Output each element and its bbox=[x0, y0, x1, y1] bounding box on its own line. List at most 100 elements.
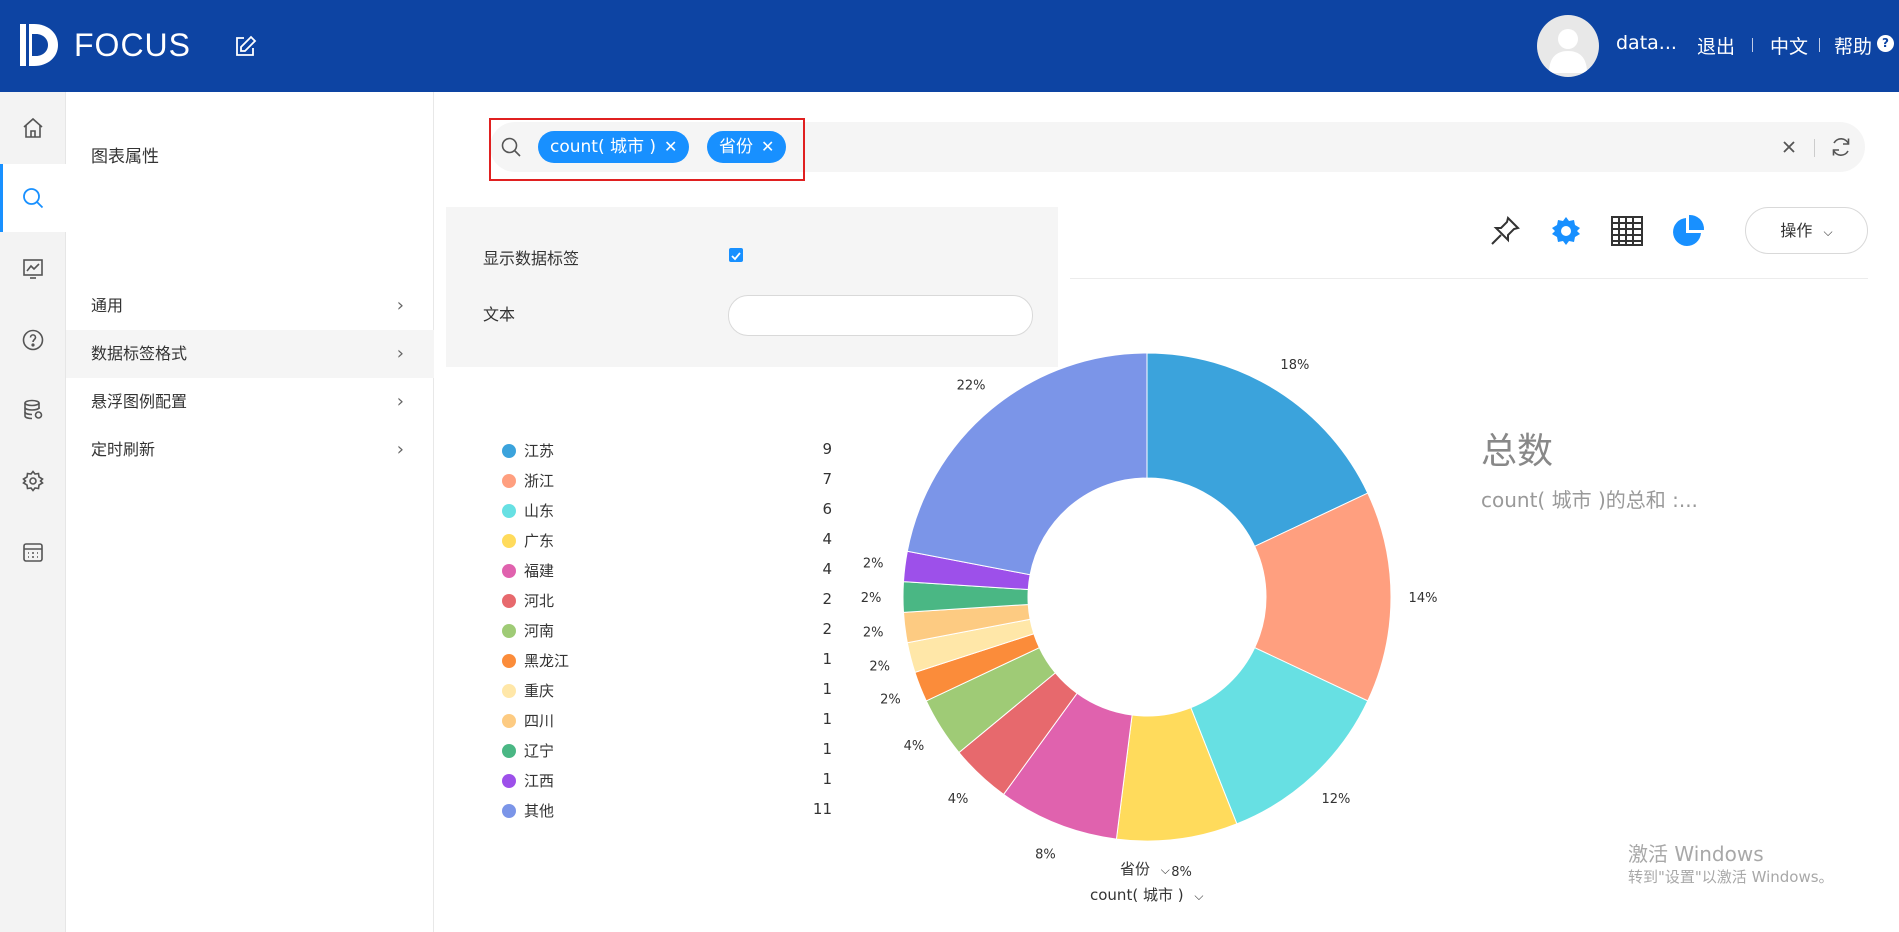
legend-label: 河北 bbox=[524, 592, 555, 610]
legend-label: 其他 bbox=[524, 802, 555, 820]
pie-slice[interactable] bbox=[1146, 352, 1369, 547]
legend-label: 浙江 bbox=[524, 472, 555, 490]
table-icon[interactable] bbox=[1608, 212, 1646, 250]
search-bar[interactable] bbox=[490, 122, 1865, 172]
legend-item[interactable]: 辽宁 1 bbox=[502, 740, 832, 760]
measure-selector[interactable]: count( 城市 ) ⌵ bbox=[1090, 884, 1203, 905]
pie-slice[interactable] bbox=[958, 672, 1078, 796]
legend-value: 2 bbox=[822, 620, 832, 638]
prop-item-label: 悬浮图例配置 bbox=[91, 392, 188, 411]
prop-item-label: 数据标签格式 bbox=[91, 344, 188, 363]
close-icon[interactable]: ✕ bbox=[761, 137, 774, 156]
logo[interactable]: FOCUS bbox=[20, 22, 191, 68]
prop-item-general[interactable]: 通用 › bbox=[66, 282, 434, 330]
legend-value: 7 bbox=[822, 470, 832, 488]
chip-label: 省份 bbox=[719, 137, 753, 157]
language-link[interactable]: 中文 bbox=[1770, 32, 1808, 59]
prop-item-label: 定时刷新 bbox=[91, 440, 156, 459]
slice-percent-label: 4% bbox=[948, 792, 969, 807]
database-icon[interactable] bbox=[0, 376, 66, 444]
pie-slice[interactable] bbox=[902, 581, 1029, 613]
pie-slice[interactable] bbox=[902, 550, 1031, 591]
chevron-right-icon: › bbox=[396, 343, 404, 364]
logo-text: FOCUS bbox=[74, 26, 191, 63]
legend-swatch bbox=[502, 654, 516, 668]
legend-item[interactable]: 河北 2 bbox=[502, 590, 832, 610]
legend-label: 重庆 bbox=[524, 682, 555, 700]
legend-item[interactable]: 浙江 7 bbox=[502, 470, 832, 490]
pie-slice[interactable] bbox=[1115, 706, 1238, 842]
text-input[interactable] bbox=[728, 295, 1033, 336]
chip-label: count( 城市 ) bbox=[550, 137, 657, 157]
legend-item[interactable]: 江苏 9 bbox=[502, 440, 832, 460]
operation-label: 操作 bbox=[1780, 221, 1813, 240]
search-icon[interactable] bbox=[500, 136, 522, 162]
measure-label: count( 城市 ) bbox=[1090, 886, 1184, 904]
legend-item[interactable]: 江西 1 bbox=[502, 770, 832, 790]
pie-slice[interactable] bbox=[1254, 492, 1392, 702]
prop-item-scheduled-refresh[interactable]: 定时刷新 › bbox=[66, 426, 434, 474]
pie-slice[interactable] bbox=[1190, 647, 1369, 825]
legend-item[interactable]: 其他 11 bbox=[502, 800, 832, 820]
data-label-settings bbox=[446, 207, 1058, 367]
legend-label: 山东 bbox=[524, 502, 555, 520]
question-icon[interactable] bbox=[0, 306, 66, 374]
pie-slice[interactable] bbox=[925, 647, 1057, 754]
legend-swatch bbox=[502, 564, 516, 578]
slice-percent-label: 8% bbox=[1171, 865, 1192, 880]
search-icon[interactable] bbox=[0, 164, 66, 232]
dimension-selector[interactable]: 省份 ⌵ bbox=[1120, 858, 1170, 879]
logout-link[interactable]: 退出 bbox=[1697, 32, 1735, 59]
search-chip-province[interactable]: 省份 ✕ bbox=[707, 131, 787, 163]
slice-percent-label: 2% bbox=[869, 660, 890, 675]
legend-item[interactable]: 四川 1 bbox=[502, 710, 832, 730]
avatar[interactable] bbox=[1537, 15, 1599, 77]
legend-label: 江西 bbox=[524, 772, 555, 790]
calendar-icon[interactable] bbox=[0, 518, 66, 586]
prop-item-label: 通用 bbox=[91, 296, 124, 315]
help-link[interactable]: 帮助 bbox=[1834, 32, 1872, 59]
gear-icon[interactable] bbox=[0, 447, 66, 515]
pie-slice[interactable] bbox=[902, 603, 1031, 644]
slice-percent-label: 2% bbox=[861, 591, 882, 606]
operation-dropdown[interactable]: 操作 ⌵ bbox=[1745, 207, 1868, 254]
close-icon[interactable]: ✕ bbox=[664, 137, 677, 156]
pie-slice[interactable] bbox=[906, 618, 1035, 674]
pie-slice[interactable] bbox=[906, 352, 1148, 576]
search-chip-count-city[interactable]: count( 城市 ) ✕ bbox=[538, 131, 690, 163]
home-icon[interactable] bbox=[0, 94, 66, 162]
settings-icon[interactable] bbox=[1547, 212, 1585, 250]
pin-icon[interactable] bbox=[1486, 212, 1524, 250]
legend-item[interactable]: 山东 6 bbox=[502, 500, 832, 520]
chevron-down-icon: ⌵ bbox=[1823, 225, 1833, 239]
legend-item[interactable]: 广东 4 bbox=[502, 530, 832, 550]
windows-watermark-subtitle: 转到"设置"以激活 Windows。 bbox=[1628, 868, 1834, 886]
pie-slice[interactable] bbox=[1002, 692, 1133, 840]
legend-value: 6 bbox=[822, 500, 832, 518]
slice-percent-label: 18% bbox=[1280, 358, 1309, 373]
legend-item[interactable]: 河南 2 bbox=[502, 620, 832, 640]
legend-value: 1 bbox=[822, 770, 832, 788]
legend-item[interactable]: 重庆 1 bbox=[502, 680, 832, 700]
clear-icon[interactable] bbox=[1778, 136, 1800, 158]
prop-item-tooltip-legend[interactable]: 悬浮图例配置 › bbox=[66, 378, 434, 426]
summary-subtitle: count( 城市 )的总和 :... bbox=[1481, 488, 1698, 512]
pie-slice[interactable] bbox=[914, 633, 1040, 702]
pie-chart-icon[interactable] bbox=[1669, 212, 1707, 250]
edit-icon[interactable] bbox=[232, 34, 258, 60]
legend-label: 辽宁 bbox=[524, 742, 555, 760]
legend-item[interactable]: 黑龙江 1 bbox=[502, 650, 832, 670]
legend-swatch bbox=[502, 474, 516, 488]
legend-swatch bbox=[502, 444, 516, 458]
legend-item[interactable]: 福建 4 bbox=[502, 560, 832, 580]
legend-swatch bbox=[502, 594, 516, 608]
refresh-icon[interactable] bbox=[1829, 135, 1853, 163]
show-data-labels-checkbox[interactable] bbox=[729, 248, 743, 262]
prop-item-data-label-format[interactable]: 数据标签格式 › bbox=[66, 330, 434, 378]
chart-properties-panel: 图表属性 通用 › 数据标签格式 › 悬浮图例配置 › 定时刷新 › bbox=[66, 92, 434, 932]
chevron-right-icon: › bbox=[396, 439, 404, 460]
dashboard-icon[interactable] bbox=[0, 235, 66, 303]
user-name[interactable]: data... bbox=[1616, 32, 1677, 54]
help-icon[interactable]: ? bbox=[1877, 35, 1894, 52]
legend-swatch bbox=[502, 534, 516, 548]
